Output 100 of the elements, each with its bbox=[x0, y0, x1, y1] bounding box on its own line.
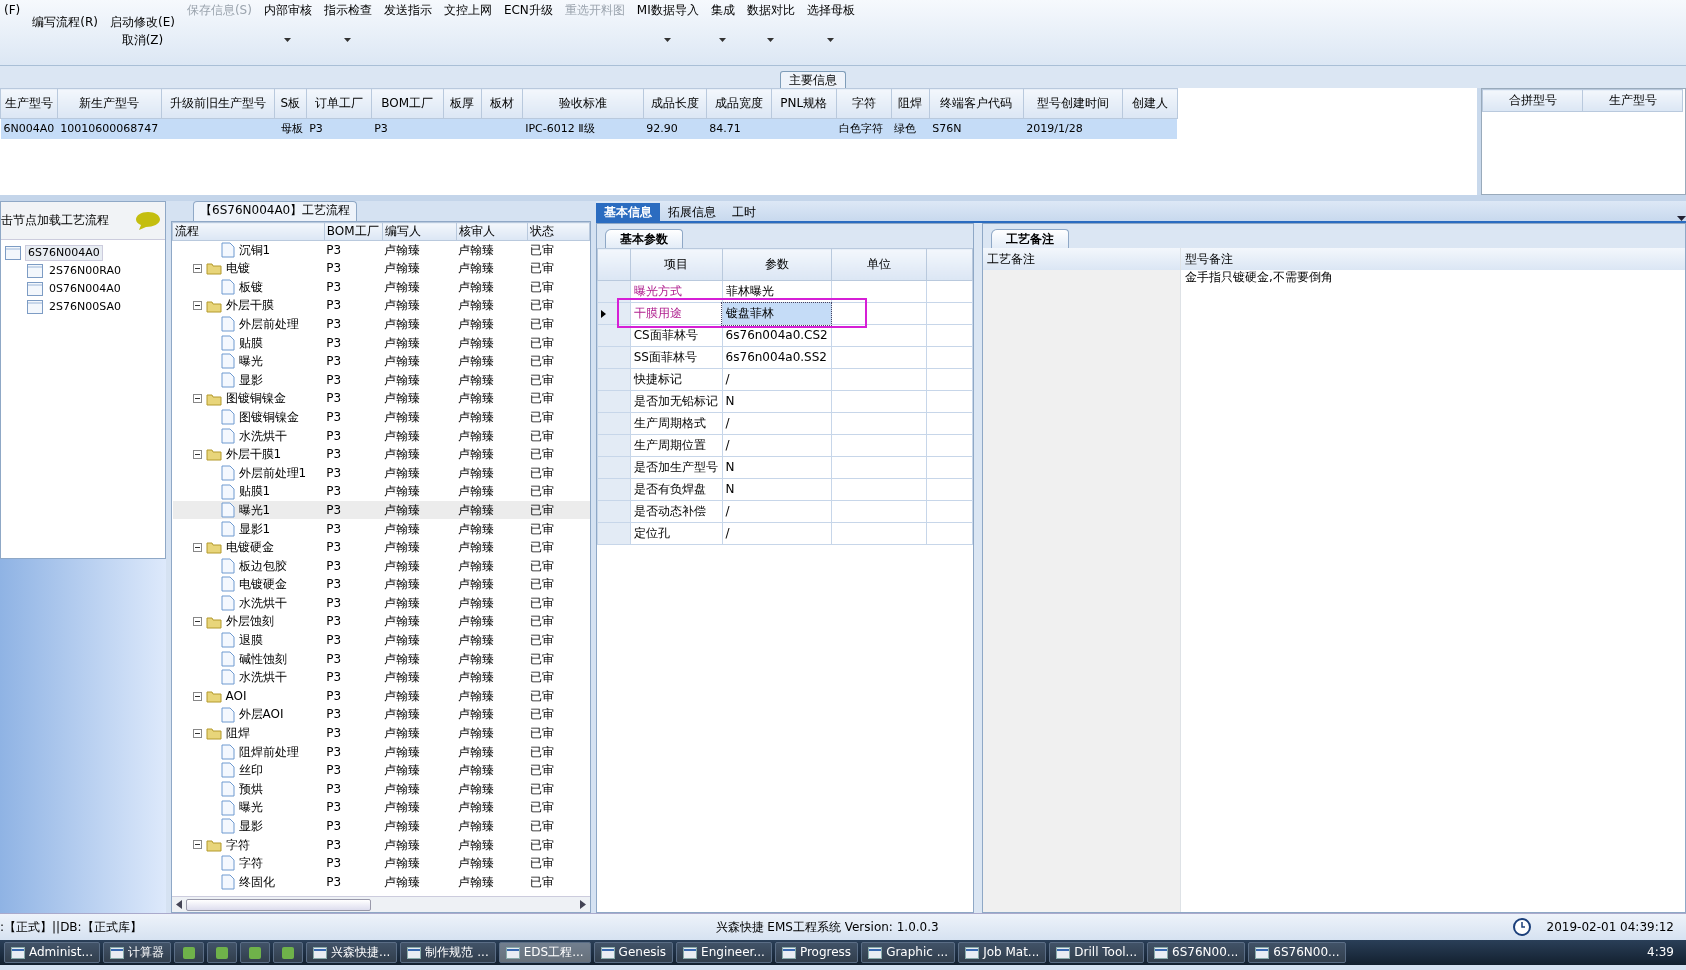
panel-title[interactable]: 【6S76N004A0】工艺流程 bbox=[193, 201, 358, 221]
tree-item[interactable]: 外层前处理 bbox=[238, 316, 299, 332]
tree-item[interactable]: 丝印 bbox=[238, 763, 263, 778]
column-header[interactable]: 参数 bbox=[722, 248, 832, 281]
taskbar-button[interactable]: Administ... bbox=[4, 942, 100, 963]
ribbon-command[interactable]: 数据对比 bbox=[746, 3, 795, 46]
collapse-icon[interactable] bbox=[192, 542, 202, 552]
ribbon-command[interactable]: 集成 bbox=[710, 3, 735, 46]
ribbon-command[interactable]: 发送指示 bbox=[383, 3, 432, 18]
tree-item[interactable]: 外层AOI bbox=[238, 707, 284, 722]
tree-item[interactable]: 图镀铜镍金 bbox=[225, 391, 286, 406]
tree-item[interactable]: 退膜 bbox=[238, 633, 263, 648]
tree-item[interactable]: 阻焊 bbox=[225, 726, 250, 741]
tree-item[interactable]: 显影1 bbox=[238, 521, 271, 536]
column-header[interactable]: PNL规格 bbox=[771, 88, 837, 119]
taskbar-button[interactable]: Engineer... bbox=[676, 942, 772, 963]
scrollbar-thumb[interactable] bbox=[186, 898, 371, 911]
tree-item[interactable]: 外层前处理1 bbox=[238, 465, 307, 481]
collapse-icon[interactable] bbox=[192, 691, 202, 701]
taskbar-button[interactable]: Job Mat... bbox=[958, 942, 1047, 963]
tree-item[interactable]: 碱性蚀刻 bbox=[238, 651, 287, 667]
taskbar-button[interactable]: 6S76N00... bbox=[1248, 942, 1347, 963]
collapse-icon[interactable] bbox=[192, 449, 202, 459]
ribbon-command[interactable]: 内部审核 bbox=[263, 3, 312, 46]
taskbar-button[interactable]: 计算器 bbox=[103, 942, 171, 963]
ribbon-command[interactable]: 指示检查 bbox=[323, 3, 372, 46]
column-header[interactable]: 工艺备注 bbox=[983, 248, 1181, 271]
column-header[interactable]: 终端客户代码 bbox=[929, 88, 1024, 119]
ribbon-command[interactable]: 编写流程(R) bbox=[32, 15, 98, 30]
tree-item[interactable]: 外层干膜1 bbox=[225, 447, 282, 462]
tab[interactable]: 基本信息 bbox=[596, 202, 660, 221]
tab[interactable]: 工时 bbox=[724, 202, 764, 221]
tree-item[interactable]: 显影 bbox=[238, 819, 263, 834]
collapse-icon[interactable] bbox=[192, 617, 202, 627]
column-header[interactable]: 新生产型号 bbox=[57, 88, 162, 119]
tab[interactable]: 基本参数 bbox=[605, 228, 683, 248]
tree-item[interactable]: 板镀 bbox=[238, 279, 263, 295]
taskbar-icon[interactable] bbox=[240, 942, 270, 963]
taskbar-icon[interactable] bbox=[207, 942, 237, 963]
column-header[interactable]: 单位 bbox=[831, 248, 927, 281]
tree-item[interactable]: 6S76N004A0 bbox=[25, 245, 103, 261]
taskbar-button[interactable]: 6S76N00... bbox=[1147, 942, 1246, 963]
column-header[interactable]: 型号创建时间 bbox=[1023, 88, 1123, 119]
ribbon-command[interactable]: 启动修改(E) bbox=[109, 15, 175, 30]
column-header[interactable]: 核审人 bbox=[456, 222, 528, 241]
ribbon-command[interactable]: ECN升级 bbox=[503, 3, 553, 18]
column-header[interactable]: 合拼型号 bbox=[1482, 89, 1583, 112]
taskbar-button[interactable]: Progress bbox=[774, 942, 859, 963]
column-header[interactable]: 状态 bbox=[527, 222, 590, 241]
tree-item[interactable]: 终固化 bbox=[238, 874, 275, 890]
tree-item[interactable]: 阻焊前处理 bbox=[238, 744, 299, 759]
column-header[interactable]: 字符 bbox=[836, 88, 892, 119]
taskbar-button[interactable]: Genesis bbox=[593, 942, 674, 963]
taskbar-button[interactable]: 兴森快捷... bbox=[306, 942, 398, 963]
tree-item[interactable]: 水洗烘干 bbox=[238, 595, 287, 611]
tree-item[interactable]: 外层蚀刻 bbox=[225, 614, 274, 629]
taskbar-button[interactable]: Graphic ... bbox=[861, 942, 956, 963]
tree-item[interactable]: 电镀硬金 bbox=[238, 577, 287, 592]
tree-item[interactable]: 曝光 bbox=[238, 354, 263, 369]
tree-item[interactable]: 电镀 bbox=[225, 261, 250, 276]
tab[interactable]: 拓展信息 bbox=[660, 202, 724, 221]
tree-item[interactable]: 2S76N00RA0 bbox=[47, 264, 123, 278]
column-header[interactable]: 升级前旧生产型号 bbox=[161, 88, 275, 119]
column-header[interactable]: 编写人 bbox=[382, 222, 457, 241]
tree-item[interactable]: 沉铜1 bbox=[238, 242, 271, 258]
column-header[interactable]: 型号备注 bbox=[1181, 248, 1685, 271]
tree-item[interactable]: 曝光1 bbox=[238, 502, 271, 518]
tree-item[interactable]: 显影 bbox=[238, 372, 263, 388]
column-header[interactable]: 生产型号 bbox=[0, 88, 58, 119]
collapse-icon[interactable] bbox=[192, 301, 202, 311]
tree-item[interactable]: 图镀铜镍金 bbox=[238, 409, 299, 425]
collapse-icon[interactable] bbox=[192, 394, 202, 404]
ribbon-command[interactable]: 文控上网 bbox=[443, 3, 492, 18]
column-header[interactable]: 成品长度 bbox=[643, 88, 707, 119]
tree-item[interactable]: 贴膜 bbox=[238, 335, 263, 350]
taskbar-button[interactable]: Drill Tool... bbox=[1049, 942, 1145, 963]
column-header[interactable]: S板 bbox=[274, 88, 307, 119]
column-header[interactable]: BOM工厂 bbox=[324, 222, 383, 241]
tree-item[interactable]: AOI bbox=[225, 688, 247, 704]
tree-item[interactable]: 曝光 bbox=[238, 800, 263, 815]
tree-item[interactable]: 板边包胶 bbox=[238, 558, 287, 574]
taskbar-icon[interactable] bbox=[273, 942, 303, 963]
tree-item[interactable]: 水洗烘干 bbox=[238, 428, 287, 443]
tab[interactable]: 工艺备注 bbox=[991, 228, 1069, 248]
tree-item[interactable]: 外层干膜 bbox=[225, 298, 274, 313]
column-header[interactable]: 创建人 bbox=[1122, 88, 1178, 119]
ribbon-command[interactable]: MI数据导入 bbox=[636, 3, 699, 46]
column-header[interactable]: 验收标准 bbox=[522, 88, 644, 119]
column-header[interactable]: 订单工厂 bbox=[306, 88, 372, 119]
tree-item[interactable]: 0S76N004A0 bbox=[47, 282, 123, 296]
ribbon-command[interactable]: 取消(Z) bbox=[121, 33, 164, 48]
column-header[interactable]: 板厚 bbox=[443, 88, 482, 119]
taskbar-icon[interactable] bbox=[174, 942, 204, 963]
taskbar-button[interactable]: EDS工程... bbox=[498, 942, 591, 963]
column-header[interactable]: BOM工厂 bbox=[371, 88, 444, 119]
collapse-icon[interactable] bbox=[192, 840, 202, 850]
collapse-icon[interactable] bbox=[192, 728, 202, 738]
tree-item[interactable]: 电镀硬金 bbox=[225, 540, 274, 555]
column-header[interactable]: 阻焊 bbox=[891, 88, 930, 119]
ribbon-command[interactable]: 选择母板 bbox=[806, 3, 855, 46]
